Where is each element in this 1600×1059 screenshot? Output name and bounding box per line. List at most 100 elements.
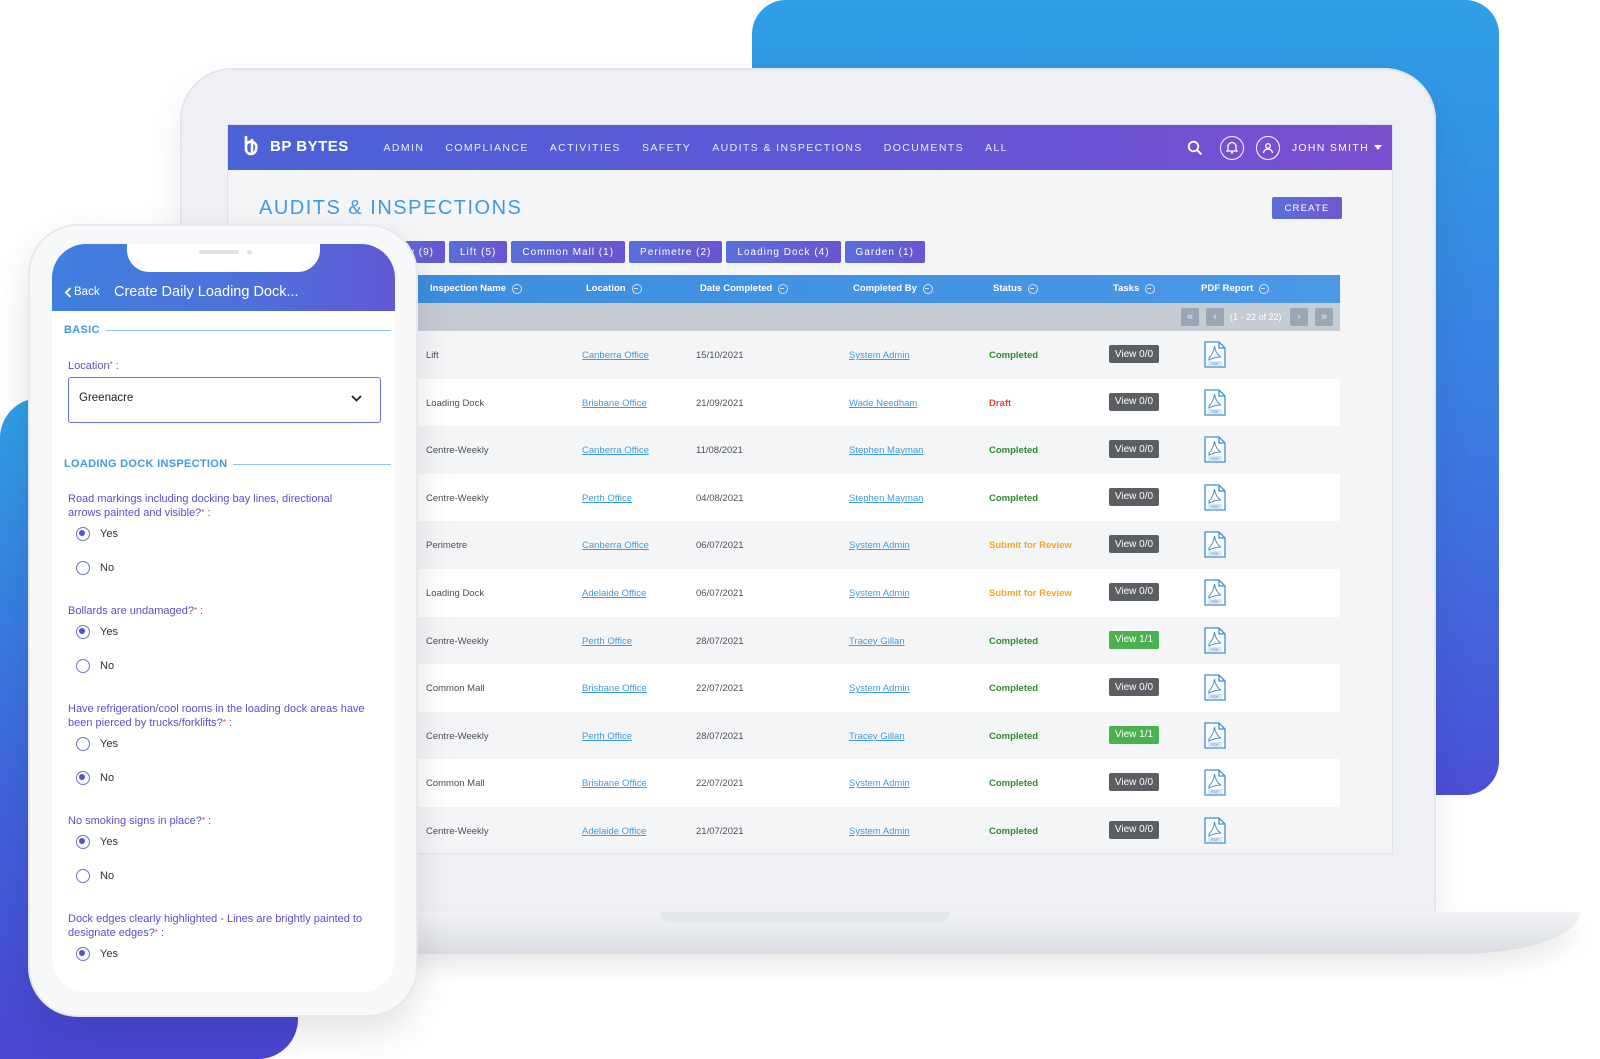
prev-page-button[interactable]: ‹ — [1206, 308, 1224, 326]
pdf-icon[interactable]: PDF — [1204, 817, 1226, 844]
col-header-status[interactable]: Status — [993, 283, 1039, 294]
col-header-pdf-report[interactable]: PDF Report — [1201, 283, 1270, 294]
view-tasks-button[interactable]: View 0/0 — [1109, 535, 1159, 554]
search-icon[interactable] — [1182, 135, 1208, 161]
cell-completed-by-link[interactable]: Tracey Gillan — [849, 636, 905, 647]
cell-location-link[interactable]: Perth Office — [582, 493, 632, 504]
tab-lift[interactable]: Lift (5) — [449, 241, 508, 263]
pdf-icon[interactable]: PDF — [1204, 531, 1226, 559]
view-tasks-button[interactable]: View 0/0 — [1109, 487, 1159, 506]
cell-location-link[interactable]: Brisbane Office — [582, 778, 647, 789]
pdf-icon[interactable]: PDF — [1204, 436, 1226, 463]
nav-item-all[interactable]: ALL — [975, 142, 1019, 154]
radio-button[interactable] — [76, 561, 90, 575]
cell-completed-by-link[interactable]: Stephen Mayman — [849, 445, 923, 456]
radio-option-no[interactable]: No — [76, 659, 114, 673]
back-button[interactable]: Back — [64, 286, 100, 298]
view-tasks-button[interactable]: View 0/0 — [1109, 582, 1159, 601]
table-row[interactable]: Common Mall Brisbane Office 22/07/2021 Syst… — [418, 664, 1340, 712]
table-row[interactable]: Centre-Weekly Perth Office 04/08/2021 Steph… — [418, 473, 1340, 522]
pdf-icon[interactable]: PDF — [1204, 626, 1226, 654]
radio-button[interactable] — [76, 869, 90, 883]
radio-button[interactable] — [76, 625, 90, 639]
view-tasks-button[interactable]: View 0/0 — [1109, 773, 1159, 792]
user-menu[interactable]: JOHN SMITH — [1292, 142, 1382, 154]
pdf-icon[interactable]: PDF — [1204, 579, 1226, 606]
cell-completed-by-link[interactable]: System Admin — [849, 540, 910, 551]
nav-item-documents[interactable]: DOCUMENTS — [873, 142, 974, 154]
view-tasks-button[interactable]: View 0/0 — [1109, 820, 1159, 839]
col-header-tasks[interactable]: Tasks — [1113, 283, 1156, 294]
radio-button[interactable] — [76, 835, 90, 849]
cell-location-link[interactable]: Adelaide Office — [582, 826, 646, 837]
col-header-location[interactable]: Location — [586, 283, 642, 294]
tab-loading-dock[interactable]: Loading Dock (4) — [726, 241, 841, 263]
cell-location-link[interactable]: Canberra Office — [582, 350, 649, 361]
cell-completed-by-link[interactable]: System Admin — [849, 683, 910, 694]
table-row[interactable]: Loading Dock Adelaide Office 06/07/2021 Sys… — [418, 568, 1340, 617]
view-tasks-button[interactable]: View 0/0 — [1109, 345, 1159, 363]
user-icon[interactable] — [1255, 135, 1280, 160]
pdf-icon[interactable]: PDF — [1204, 674, 1226, 701]
radio-option-yes[interactable]: Yes — [76, 625, 118, 639]
table-row[interactable]: Centre-Weekly Perth Office 28/07/2021 Trace… — [418, 711, 1340, 760]
radio-button[interactable] — [76, 737, 90, 751]
nav-item-audits-inspections[interactable]: AUDITS & INSPECTIONS — [702, 142, 874, 154]
col-header-date-completed[interactable]: Date Completed — [700, 283, 789, 294]
cell-location-link[interactable]: Brisbane Office — [582, 398, 647, 409]
radio-option-yes[interactable]: Yes — [76, 835, 118, 849]
radio-option-yes[interactable]: Yes — [76, 947, 118, 961]
radio-option-no[interactable]: No — [76, 771, 114, 785]
cell-completed-by-link[interactable]: System Admin — [849, 778, 910, 789]
tab-perimetre[interactable]: Perimetre (2) — [629, 241, 723, 263]
radio-option-no[interactable]: No — [76, 561, 114, 575]
tab-garden[interactable]: Garden (1) — [844, 241, 925, 263]
radio-button[interactable] — [76, 659, 90, 673]
cell-location-link[interactable]: Perth Office — [582, 636, 632, 647]
bell-icon[interactable] — [1219, 135, 1244, 160]
table-row[interactable]: Centre-Weekly Perth Office 28/07/2021 Trace… — [418, 616, 1340, 665]
cell-location-link[interactable]: Perth Office — [582, 731, 632, 742]
tab-common-mall[interactable]: Common Mall (1) — [511, 241, 626, 263]
cell-location-link[interactable]: Brisbane Office — [582, 683, 647, 694]
nav-item-admin[interactable]: ADMIN — [373, 142, 435, 154]
view-tasks-button[interactable]: View 0/0 — [1109, 440, 1159, 459]
table-row[interactable]: Centre-Weekly Adelaide Office 21/07/2021 Sy… — [418, 806, 1340, 853]
pdf-icon[interactable]: PDF — [1204, 484, 1226, 511]
cell-location-link[interactable]: Canberra Office — [582, 540, 649, 551]
create-button[interactable]: CREATE — [1272, 197, 1342, 219]
cell-completed-by-link[interactable]: Tracey Gillan — [849, 731, 905, 742]
table-row[interactable]: Loading Dock Brisbane Office 21/09/2021 Wad… — [418, 378, 1340, 427]
cell-location-link[interactable]: Canberra Office — [582, 445, 649, 456]
nav-item-activities[interactable]: ACTIVITIES — [539, 142, 631, 154]
cell-completed-by-link[interactable]: System Admin — [849, 588, 910, 599]
table-row[interactable]: Common Mall Brisbane Office 22/07/2021 Syst… — [418, 759, 1340, 807]
cell-completed-by-link[interactable]: Stephen Mayman — [849, 493, 923, 504]
first-page-button[interactable]: « — [1181, 308, 1199, 326]
brand[interactable]: BP BYTES — [240, 134, 349, 158]
view-tasks-button[interactable]: View 1/1 — [1109, 630, 1159, 649]
radio-option-no[interactable]: No — [76, 869, 114, 883]
pdf-icon[interactable]: PDF — [1204, 722, 1226, 749]
nav-item-compliance[interactable]: COMPLIANCE — [435, 142, 539, 154]
pdf-icon[interactable]: PDF — [1204, 769, 1226, 796]
cell-completed-by-link[interactable]: System Admin — [849, 826, 910, 837]
radio-button[interactable] — [76, 947, 90, 961]
cell-location-link[interactable]: Adelaide Office — [582, 588, 646, 599]
nav-item-safety[interactable]: SAFETY — [631, 142, 701, 154]
location-select[interactable]: Greenacre — [68, 377, 381, 423]
view-tasks-button[interactable]: View 1/1 — [1109, 725, 1159, 744]
col-header-completed-by[interactable]: Completed By — [853, 283, 933, 294]
table-row[interactable]: Lift Canberra Office 15/10/2021 System Admi… — [418, 331, 1340, 379]
view-tasks-button[interactable]: View 0/0 — [1109, 678, 1159, 697]
pdf-icon[interactable]: PDF — [1204, 388, 1226, 416]
radio-option-yes[interactable]: Yes — [76, 527, 118, 541]
radio-button[interactable] — [76, 771, 90, 785]
next-page-button[interactable]: › — [1290, 308, 1308, 326]
cell-completed-by-link[interactable]: Wade Needham — [849, 398, 917, 409]
radio-button[interactable] — [76, 527, 90, 541]
col-header-inspection-name[interactable]: Inspection Name — [430, 283, 523, 294]
cell-completed-by-link[interactable]: System Admin — [849, 350, 910, 361]
last-page-button[interactable]: » — [1315, 308, 1333, 326]
pdf-icon[interactable]: PDF — [1204, 341, 1226, 368]
